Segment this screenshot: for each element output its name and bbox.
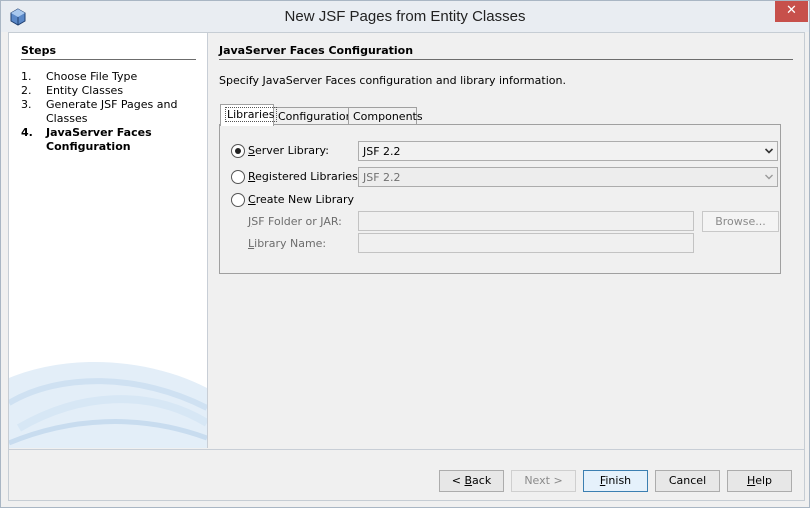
browse-button[interactable]: Browse... — [702, 211, 779, 232]
tab-configuration[interactable]: Configuration — [273, 107, 356, 125]
finish-button[interactable]: Finish — [583, 470, 648, 492]
registered-libraries-radio[interactable] — [231, 170, 245, 184]
tab-label: Configuration — [278, 110, 353, 123]
steps-heading: Steps — [21, 44, 57, 57]
tab-label: Components — [353, 110, 423, 123]
library-name-label: Library Name: — [248, 237, 327, 250]
step-number: 4. — [21, 126, 33, 139]
cancel-button[interactable]: Cancel — [655, 470, 720, 492]
window-title: New JSF Pages from Entity Classes — [284, 8, 526, 25]
tab-label: Libraries — [225, 107, 277, 122]
step-label: JavaServer Faces Configuration — [46, 126, 152, 153]
help-button[interactable]: Help — [727, 470, 792, 492]
server-library-select[interactable]: JSF 2.2 — [358, 141, 778, 161]
page-title: JavaServer Faces Configuration — [219, 44, 414, 57]
registered-libraries-select[interactable]: JSF 2.2 — [358, 167, 778, 187]
chevron-down-icon — [765, 174, 773, 180]
step-item: 3. Generate JSF Pages and Classes — [21, 98, 201, 126]
close-button[interactable]: ✕ — [775, 1, 808, 22]
dialog-window: New JSF Pages from Entity Classes ✕ Step… — [0, 0, 810, 508]
step-label: Entity Classes — [46, 84, 124, 97]
tab-libraries[interactable]: Libraries — [220, 104, 277, 126]
dialog-body: Steps 1. Choose File Type 2. Entity Clas… — [8, 32, 805, 501]
step-item: 2. Entity Classes — [21, 84, 201, 98]
server-library-value: JSF 2.2 — [363, 145, 401, 158]
step-number: 1. — [21, 70, 32, 83]
back-button[interactable]: < Back — [439, 470, 504, 492]
create-new-library-label: Create New Library — [248, 193, 355, 206]
button-bar-divider — [9, 449, 804, 450]
decorative-swoosh — [9, 361, 207, 448]
tab-components[interactable]: Components — [348, 107, 423, 125]
content-panel: JavaServer Faces Configuration Specify J… — [208, 33, 804, 448]
jsf-folder-input[interactable] — [358, 211, 694, 231]
create-new-library-radio[interactable] — [231, 193, 245, 207]
server-library-radio[interactable] — [231, 144, 245, 158]
step-item: 1. Choose File Type — [21, 70, 201, 84]
step-label: Generate JSF Pages and Classes — [46, 98, 178, 125]
libraries-tab-panel: Server Library: JSF 2.2 Registered Libra… — [219, 124, 781, 274]
steps-list: 1. Choose File Type 2. Entity Classes 3.… — [21, 70, 201, 154]
title-bar[interactable]: New JSF Pages from Entity Classes ✕ — [1, 1, 809, 32]
step-item-current: 4. JavaServer Faces Configuration — [21, 126, 201, 154]
library-name-input[interactable] — [358, 233, 694, 253]
steps-panel: Steps 1. Choose File Type 2. Entity Clas… — [9, 33, 208, 448]
next-button[interactable]: Next > — [511, 470, 576, 492]
server-library-label: Server Library: — [248, 144, 329, 157]
steps-divider — [21, 59, 196, 60]
close-icon: ✕ — [786, 3, 797, 18]
page-description: Specify JavaServer Faces configuration a… — [219, 74, 566, 87]
step-number: 3. — [21, 98, 32, 111]
step-label: Choose File Type — [46, 70, 138, 83]
chevron-down-icon — [765, 148, 773, 154]
registered-libraries-label: Registered Libraries: — [248, 170, 362, 183]
content-divider — [219, 59, 793, 60]
jsf-folder-label: JSF Folder or JAR: — [248, 215, 342, 228]
registered-libraries-value: JSF 2.2 — [363, 171, 401, 184]
step-number: 2. — [21, 84, 32, 97]
